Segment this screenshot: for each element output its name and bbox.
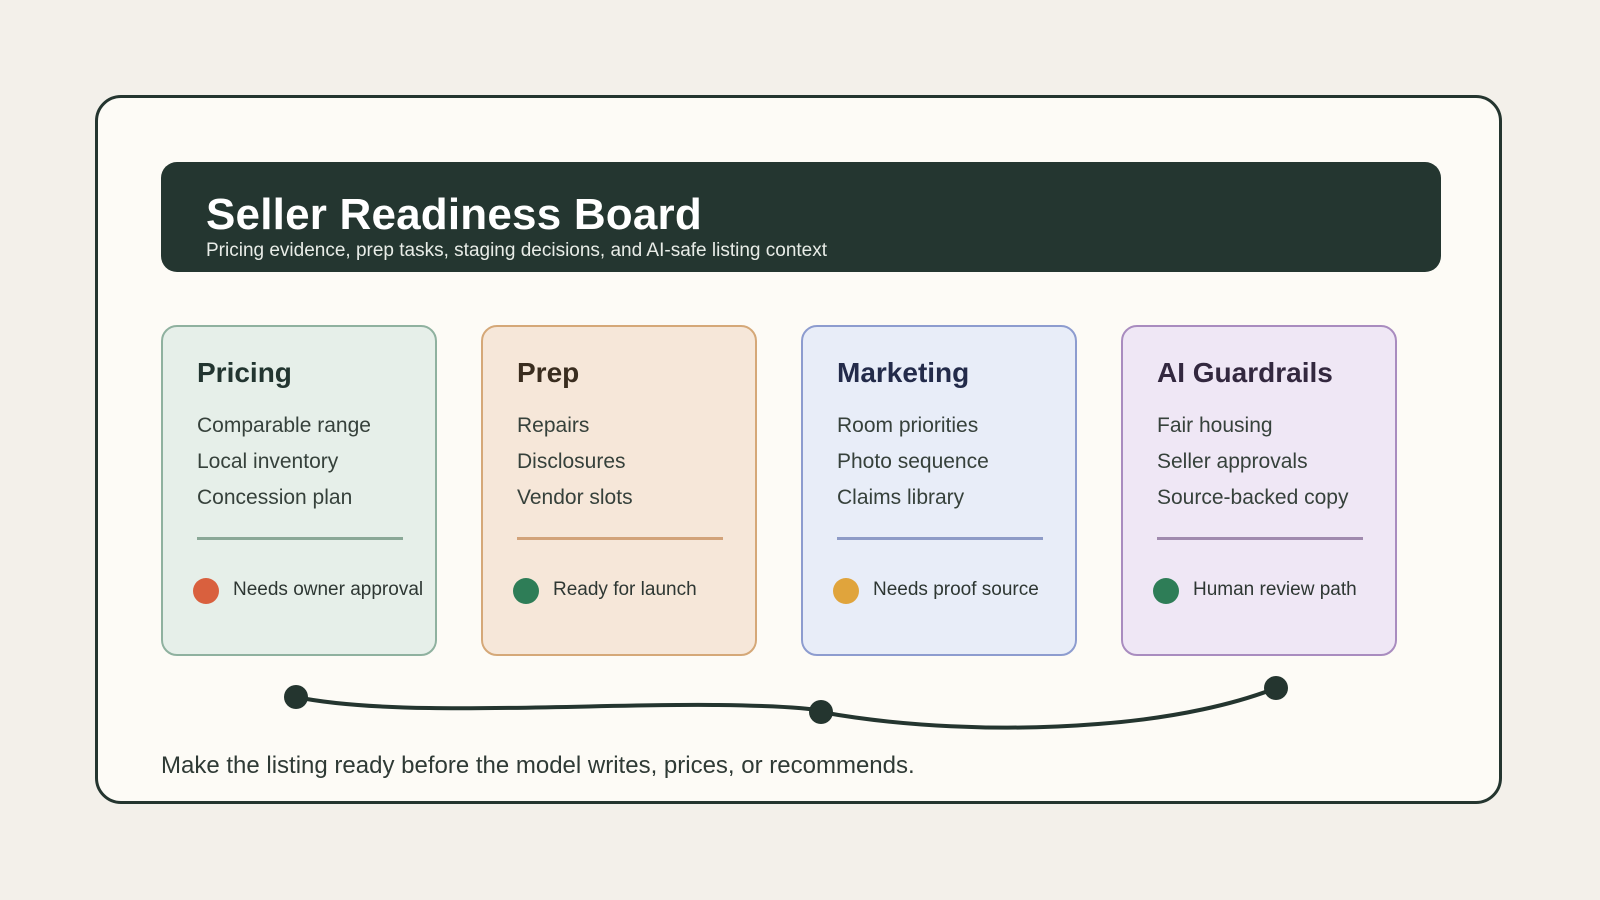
connector-node [284, 685, 308, 709]
progress-connector [284, 676, 1288, 730]
connector-node [809, 700, 833, 724]
readiness-board: Seller Readiness Board Pricing evidence,… [95, 95, 1502, 804]
connector-node [1264, 676, 1288, 700]
footer-note: Make the listing ready before the model … [161, 752, 915, 779]
connector-line [294, 686, 1278, 730]
